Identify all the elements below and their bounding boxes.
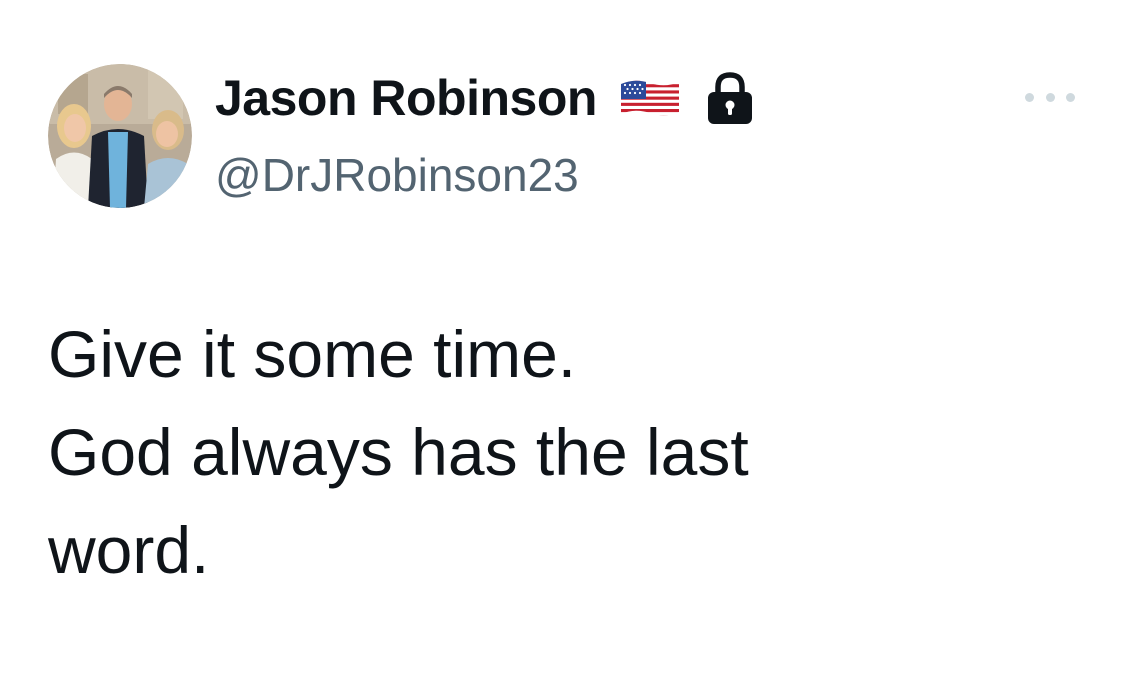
more-horizontal-icon-dot [1066,92,1075,102]
more-options-button[interactable] [1025,80,1075,114]
author-handle[interactable]: @DrJRobinson23 [215,148,579,202]
author-name-row: Jason Robinson [215,66,757,130]
more-horizontal-icon [1025,92,1034,102]
tweet-text: Give it some time. God always has the la… [48,305,1088,599]
lock-icon [703,70,757,126]
more-horizontal-icon-dot [1045,92,1055,102]
tweet-card: Jason Robinson @DrJRobinson23 Give it so… [0,0,1125,675]
avatar[interactable] [48,64,192,208]
avatar-photo [48,64,192,208]
tweet-text-line: Give it some time. [48,317,577,391]
tweet-text-line: God always has the last [48,415,749,489]
us-flag-icon [619,78,681,118]
display-name[interactable]: Jason Robinson [215,69,597,127]
tweet-text-line: word. [48,513,210,587]
